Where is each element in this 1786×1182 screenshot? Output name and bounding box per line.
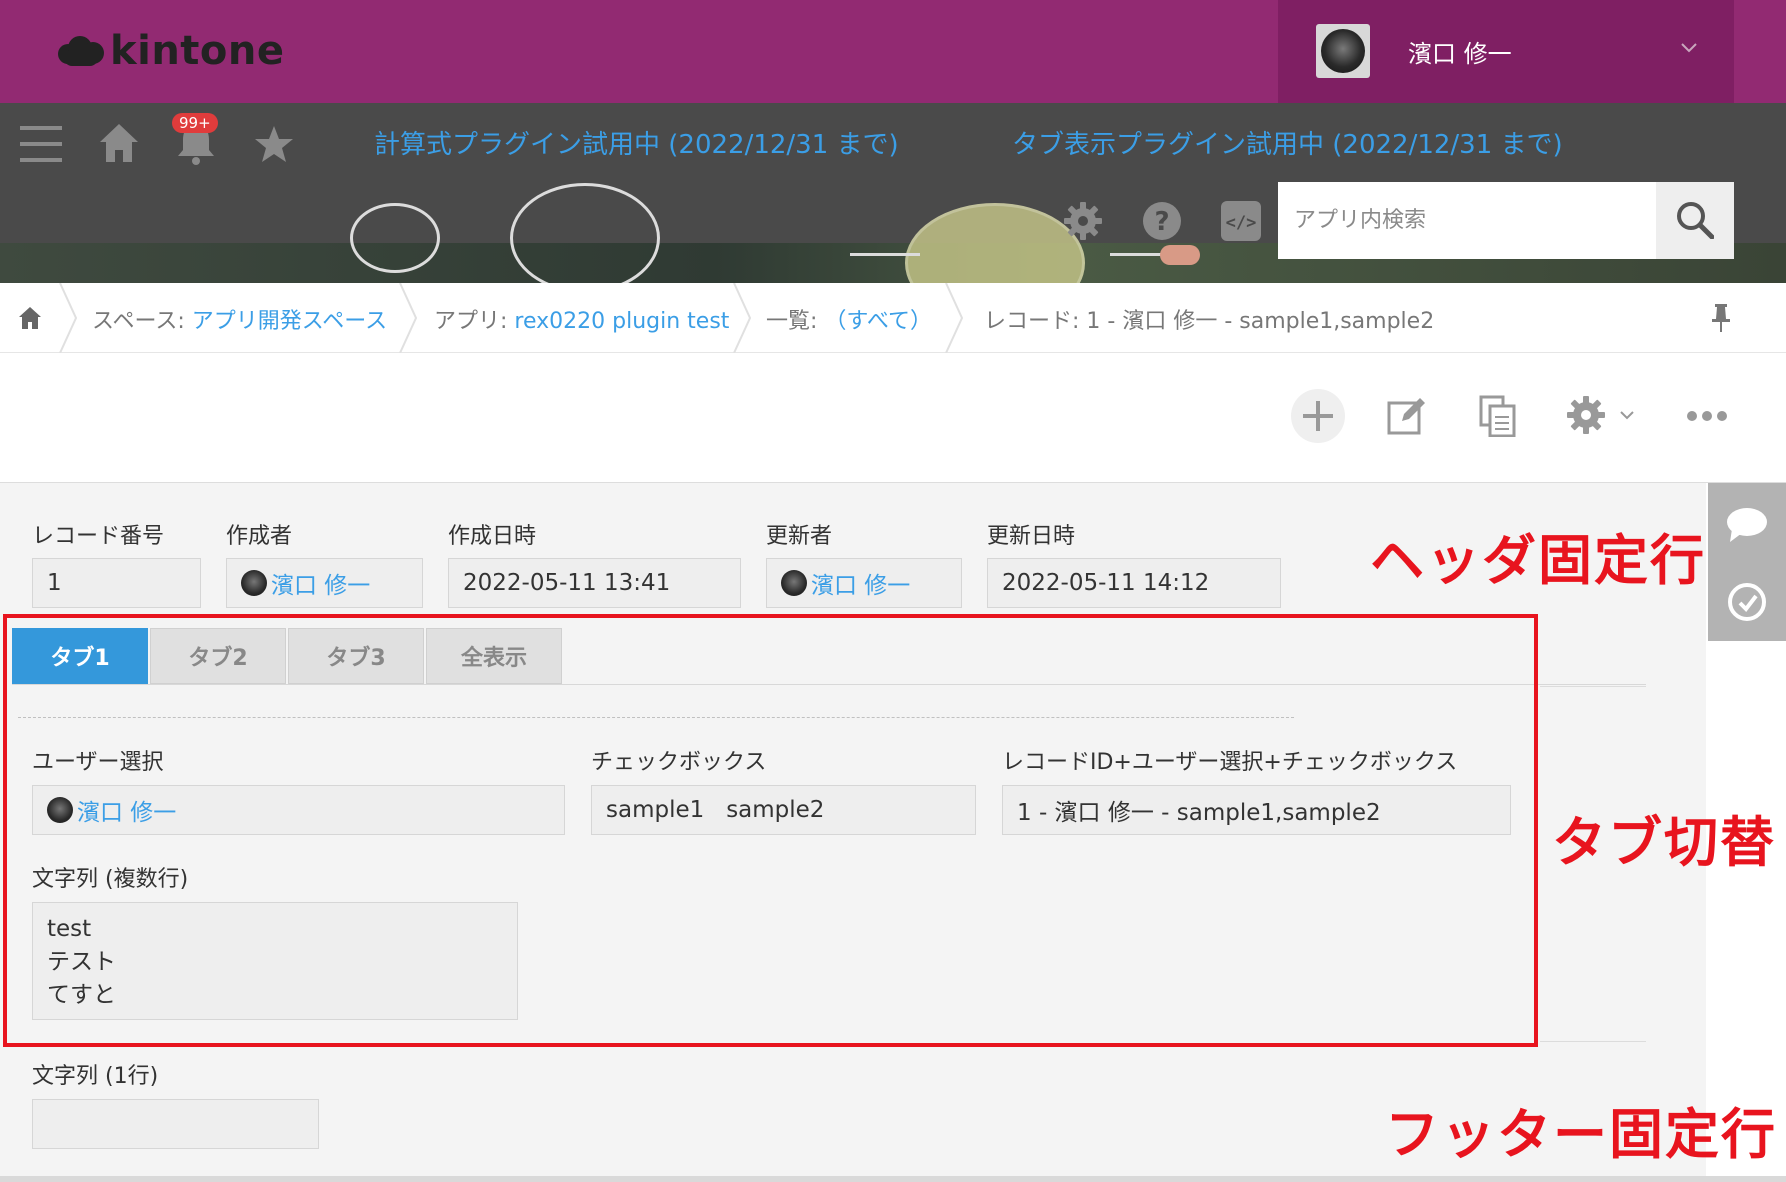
help-icon[interactable]: ? bbox=[1142, 201, 1182, 241]
plus-icon bbox=[1303, 401, 1333, 431]
search-icon bbox=[1677, 202, 1714, 239]
avatar bbox=[47, 797, 73, 823]
add-record-button[interactable] bbox=[1291, 389, 1345, 443]
breadcrumb-separator bbox=[945, 283, 964, 353]
side-panel bbox=[1708, 483, 1786, 641]
svg-text:</>: </> bbox=[1226, 213, 1257, 233]
tab-3[interactable]: タブ3 bbox=[288, 628, 424, 684]
app-search-box bbox=[1278, 182, 1658, 259]
user-select-link[interactable]: 濱口 修一 bbox=[77, 793, 176, 827]
section-divider bbox=[1540, 1041, 1646, 1042]
bottom-border bbox=[0, 1176, 1786, 1182]
user-name: 濱口 修一 bbox=[1408, 40, 1512, 68]
comment-icon[interactable] bbox=[1726, 507, 1768, 543]
breadcrumb-separator bbox=[733, 283, 752, 353]
history-icon[interactable] bbox=[1726, 581, 1768, 623]
checkbox-field: sample1 sample2 bbox=[591, 785, 976, 835]
home-icon[interactable] bbox=[98, 122, 140, 164]
tab-1[interactable]: タブ1 bbox=[12, 628, 148, 684]
cloud-icon bbox=[58, 36, 104, 66]
chevron-down-icon bbox=[1681, 43, 1697, 53]
tab-2[interactable]: タブ2 bbox=[150, 628, 286, 684]
user-menu[interactable]: 濱口 修一 bbox=[1278, 0, 1734, 103]
plugin-trial-link-tab[interactable]: タブ表示プラグイン試用中 (2022/12/31 まで) bbox=[1012, 124, 1563, 161]
menu-icon[interactable] bbox=[20, 123, 62, 165]
breadcrumb-separator bbox=[399, 283, 418, 353]
created-at-field: 2022-05-11 13:41 bbox=[448, 558, 741, 608]
creator-user-link[interactable]: 濱口 修一 bbox=[271, 566, 370, 600]
notification-badge: 99+ bbox=[172, 113, 218, 133]
duplicate-record-icon[interactable] bbox=[1478, 395, 1518, 437]
record-number-label: レコード番号 bbox=[32, 524, 165, 549]
updater-label: 更新者 bbox=[766, 524, 833, 549]
tab-underline bbox=[12, 684, 1646, 685]
updater-field: 濱口 修一 bbox=[766, 558, 962, 608]
record-settings-gear-icon[interactable] bbox=[1566, 395, 1606, 435]
avatar bbox=[241, 570, 267, 596]
multiline-field: test テスト てすと bbox=[32, 902, 518, 1020]
single-line-field bbox=[32, 1099, 319, 1149]
pin-icon[interactable] bbox=[1710, 303, 1732, 333]
breadcrumb-home-icon[interactable] bbox=[18, 306, 42, 330]
plugin-trial-link-calc[interactable]: 計算式プラグイン試用中 (2022/12/31 まで) bbox=[374, 124, 899, 161]
kintone-logo[interactable]: kintone bbox=[58, 28, 285, 74]
combined-label: レコードID+ユーザー選択+チェックボックス bbox=[1002, 750, 1458, 775]
updater-user-link[interactable]: 濱口 修一 bbox=[811, 566, 910, 600]
tab-content-divider bbox=[18, 717, 1294, 718]
annotation-header-fixed: ヘッダ固定行 bbox=[1370, 529, 1706, 592]
search-button[interactable] bbox=[1656, 182, 1734, 259]
tab-show-all[interactable]: 全表示 bbox=[426, 628, 562, 684]
single-line-label: 文字列 (1行) bbox=[32, 1064, 159, 1089]
multiline-label: 文字列 (複数行) bbox=[32, 867, 189, 892]
user-select-label: ユーザー選択 bbox=[32, 750, 164, 775]
svg-text:?: ? bbox=[1154, 207, 1169, 237]
avatar bbox=[781, 570, 807, 596]
annotation-footer-fixed: フッター固定行 bbox=[1385, 1103, 1777, 1166]
avatar bbox=[1316, 24, 1370, 78]
annotation-tab-switch: タブ切替 bbox=[1552, 811, 1776, 874]
creator-label: 作成者 bbox=[226, 524, 293, 549]
updated-at-field: 2022-05-11 14:12 bbox=[987, 558, 1281, 608]
checkbox-label: チェックボックス bbox=[591, 750, 767, 775]
user-select-field: 濱口 修一 bbox=[32, 785, 565, 835]
edit-record-icon[interactable] bbox=[1386, 395, 1428, 437]
code-icon[interactable]: </> bbox=[1221, 201, 1261, 241]
chevron-down-icon[interactable] bbox=[1620, 409, 1634, 421]
breadcrumb-view: 一覧: （すべて） bbox=[766, 309, 932, 334]
created-at-label: 作成日時 bbox=[448, 524, 537, 549]
section-divider bbox=[1540, 686, 1646, 687]
breadcrumb-app: アプリ: rex0220 plugin test bbox=[434, 309, 730, 334]
breadcrumb-record: レコード: 1 - 濱口 修一 - sample1,sample2 bbox=[984, 309, 1435, 334]
breadcrumb-app-link[interactable]: rex0220 plugin test bbox=[514, 309, 729, 334]
creator-field: 濱口 修一 bbox=[226, 558, 423, 608]
logo-text: kintone bbox=[110, 28, 285, 74]
star-icon[interactable] bbox=[254, 124, 294, 164]
more-options-icon[interactable] bbox=[1686, 409, 1728, 423]
app-search-input[interactable] bbox=[1278, 182, 1658, 259]
record-number-field: 1 bbox=[32, 558, 201, 608]
breadcrumb-space-link[interactable]: アプリ開発スペース bbox=[192, 309, 387, 334]
record-action-bar bbox=[0, 353, 1786, 483]
updated-at-label: 更新日時 bbox=[987, 524, 1076, 549]
breadcrumb-view-link[interactable]: （すべて） bbox=[824, 309, 932, 334]
gear-icon[interactable] bbox=[1063, 201, 1103, 241]
top-header: kintone 濱口 修一 bbox=[0, 0, 1786, 103]
combined-field: 1 - 濱口 修一 - sample1,sample2 bbox=[1002, 785, 1511, 835]
breadcrumb-separator bbox=[59, 283, 78, 353]
breadcrumb: スペース: アプリ開発スペース アプリ: rex0220 plugin test… bbox=[0, 283, 1786, 353]
breadcrumb-space: スペース: アプリ開発スペース bbox=[92, 309, 388, 334]
